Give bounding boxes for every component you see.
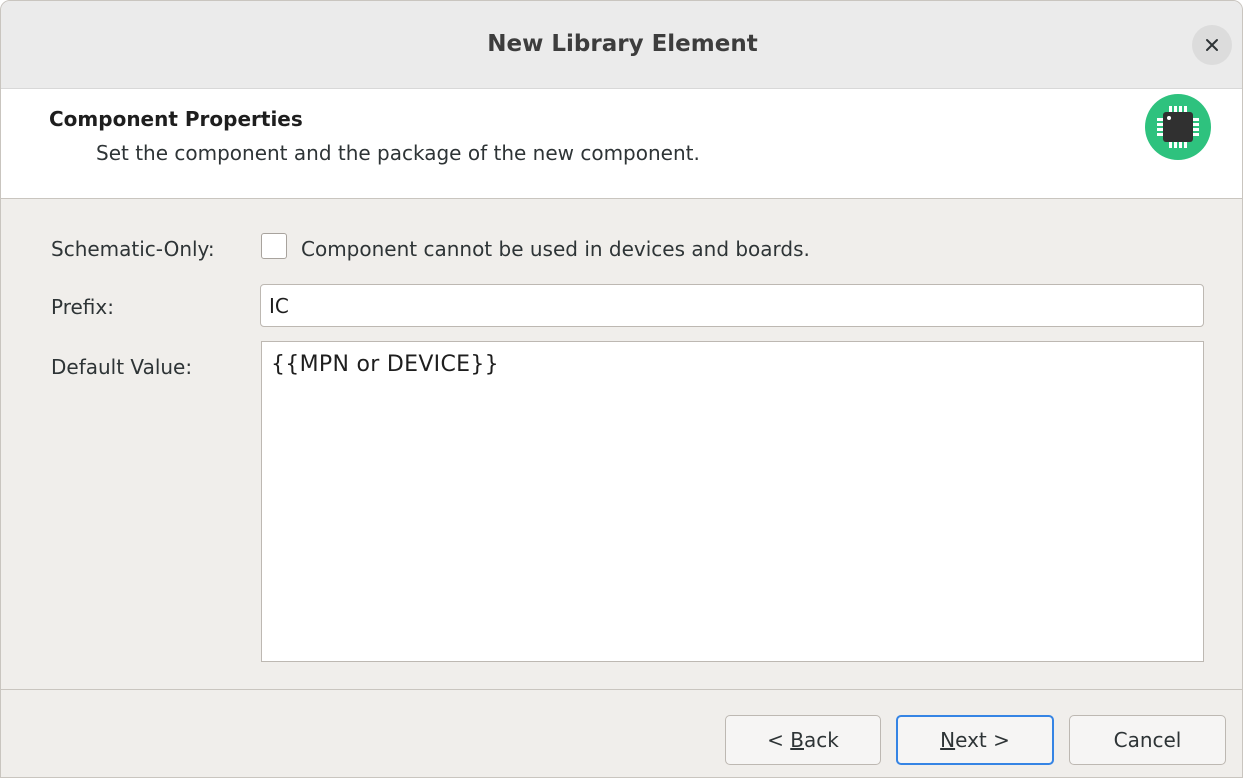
page-header: Component Properties Set the component a… [1, 89, 1242, 199]
next-button[interactable]: Next > [896, 715, 1054, 765]
schematic-only-checkbox-text[interactable]: Component cannot be used in devices and … [301, 237, 810, 261]
cancel-button[interactable]: Cancel [1069, 715, 1226, 765]
back-button[interactable]: < Back [725, 715, 881, 765]
schematic-only-label: Schematic-Only: [51, 237, 215, 261]
title-bar: New Library Element [1, 1, 1242, 89]
prefix-input[interactable]: IC [260, 284, 1204, 327]
back-button-mnemonic: B [790, 728, 804, 752]
next-button-mnemonic: N [940, 728, 956, 752]
page-subtitle: Set the component and the package of the… [96, 141, 700, 165]
chip-icon [1145, 94, 1211, 160]
prefix-label: Prefix: [51, 295, 114, 319]
next-button-label: ext > [955, 728, 1010, 752]
window-title: New Library Element [487, 31, 758, 57]
default-value-label: Default Value: [51, 355, 193, 379]
footer-divider [1, 689, 1242, 690]
back-button-label: ack [804, 728, 839, 752]
schematic-only-checkbox[interactable] [261, 233, 287, 259]
dialog-window: New Library Element Component Properties… [0, 0, 1243, 778]
close-icon [1206, 39, 1218, 51]
default-value-textarea[interactable]: {{MPN or DEVICE}} [261, 341, 1204, 662]
page-title: Component Properties [49, 107, 303, 131]
back-button-prefix: < [767, 728, 791, 752]
close-button[interactable] [1192, 25, 1232, 65]
